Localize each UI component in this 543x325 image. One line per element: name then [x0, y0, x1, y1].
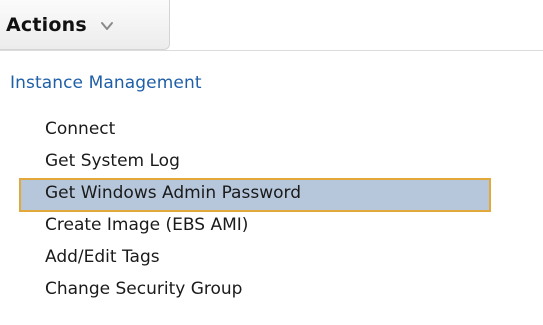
menu-item-get-windows-admin-password[interactable]: Get Windows Admin Password	[19, 178, 491, 212]
menu-item-change-security-group[interactable]: Change Security Group	[20, 275, 490, 307]
chevron-down-icon	[99, 18, 115, 34]
menu-item-get-system-log[interactable]: Get System Log	[20, 147, 490, 179]
menu-item-add-edit-tags[interactable]: Add/Edit Tags	[20, 243, 490, 275]
actions-menu-panel: Instance Management Connect Get System L…	[0, 50, 543, 325]
actions-label: Actions	[6, 13, 87, 36]
menu-item-connect[interactable]: Connect	[20, 115, 490, 147]
menu-item-create-image[interactable]: Create Image (EBS AMI)	[20, 211, 490, 243]
menu-group-header: Instance Management	[10, 73, 202, 93]
actions-menu-screen: Actions Instance Management Connect Get …	[0, 0, 543, 325]
menu-list: Connect Get System Log Get Windows Admin…	[19, 115, 491, 307]
actions-dropdown-button[interactable]: Actions	[0, 0, 170, 50]
